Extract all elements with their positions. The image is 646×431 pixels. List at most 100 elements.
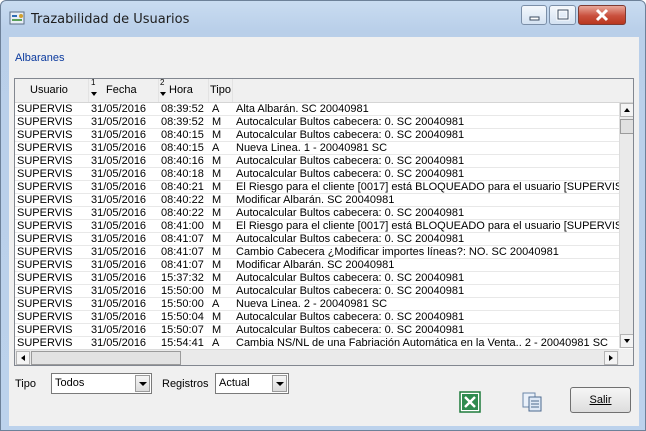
- scroll-down-button[interactable]: [620, 334, 633, 348]
- cell-hora: 15:50:04: [161, 311, 204, 323]
- cell-fecha: 31/05/2016: [91, 220, 147, 232]
- cell-fecha: 31/05/2016: [91, 285, 147, 297]
- registros-select-value: Actual: [219, 377, 250, 389]
- trace-grid[interactable]: Usuario 1 Fecha 2 Hora Tipo SUPERVIS 31/…: [14, 78, 634, 366]
- table-row[interactable]: SUPERVIS 31/05/2016 15:37:32 M Autocalcular …: [15, 272, 619, 285]
- cell-fecha: 31/05/2016: [91, 298, 147, 310]
- cell-fecha: 31/05/2016: [91, 233, 147, 245]
- cell-tipo: M: [212, 155, 222, 167]
- cell-hora: 15:54:41: [161, 337, 204, 348]
- cell-usuario: SUPERVIS: [17, 259, 73, 271]
- table-row[interactable]: SUPERVIS 31/05/2016 15:54:41 A Cambia NS/NL …: [15, 337, 619, 348]
- cell-fecha: 31/05/2016: [91, 207, 147, 219]
- table-row[interactable]: SUPERVIS 31/05/2016 15:50:04 M Autocalcular …: [15, 311, 619, 324]
- scroll-right-button[interactable]: [604, 351, 618, 365]
- column-header-descripcion[interactable]: [233, 79, 619, 102]
- cell-hora: 08:40:22: [161, 207, 204, 219]
- tipo-select[interactable]: Todos: [51, 373, 152, 394]
- cell-usuario: SUPERVIS: [17, 129, 73, 141]
- table-row[interactable]: SUPERVIS 31/05/2016 08:41:00 M El Riesgo par…: [15, 220, 619, 233]
- close-button[interactable]: [578, 5, 626, 25]
- sort-down-icon: [91, 92, 97, 96]
- vertical-scroll-thumb[interactable]: [620, 119, 633, 134]
- horizontal-scrollbar[interactable]: [15, 349, 619, 365]
- horizontal-scroll-thumb[interactable]: [31, 351, 181, 365]
- app-icon: [9, 11, 25, 25]
- cell-tipo: M: [212, 233, 222, 245]
- cell-usuario: SUPERVIS: [17, 285, 73, 297]
- column-header-tipo[interactable]: Tipo: [209, 79, 233, 102]
- title-bar[interactable]: Trazabilidad de Usuarios: [1, 1, 646, 35]
- cell-tipo: M: [212, 220, 222, 232]
- minimize-button[interactable]: [521, 5, 547, 25]
- grid-rows: SUPERVIS 31/05/2016 08:39:52 A Alta Albarán.…: [15, 103, 619, 348]
- table-row[interactable]: SUPERVIS 31/05/2016 08:40:15 M Autocalcular …: [15, 129, 619, 142]
- table-row[interactable]: SUPERVIS 31/05/2016 08:41:07 M Cambio Cabece…: [15, 246, 619, 259]
- table-row[interactable]: SUPERVIS 31/05/2016 08:40:22 M Autocalcular …: [15, 207, 619, 220]
- cell-hora: 08:40:16: [161, 155, 204, 167]
- cell-tipo: M: [212, 207, 222, 219]
- window-title: Trazabilidad de Usuarios: [31, 12, 190, 27]
- cell-fecha: 31/05/2016: [91, 103, 147, 115]
- cell-tipo: A: [212, 142, 220, 154]
- copy-button[interactable]: [521, 391, 543, 413]
- cell-hora: 08:40:22: [161, 194, 204, 206]
- cell-descripcion: Autocalcular Bultos cabecera: 0. SC 2004…: [236, 116, 465, 128]
- column-header-usuario[interactable]: Usuario: [15, 79, 89, 102]
- scroll-left-button[interactable]: [16, 351, 30, 365]
- cell-usuario: SUPERVIS: [17, 324, 73, 336]
- section-label: Albaranes: [15, 52, 65, 64]
- table-row[interactable]: SUPERVIS 31/05/2016 08:40:21 M El Riesgo par…: [15, 181, 619, 194]
- tipo-label: Tipo: [15, 378, 36, 390]
- cell-hora: 15:50:00: [161, 298, 204, 310]
- cell-usuario: SUPERVIS: [17, 103, 73, 115]
- table-row[interactable]: SUPERVIS 31/05/2016 08:40:15 A Nueva Linea. …: [15, 142, 619, 155]
- maximize-icon: [556, 8, 570, 21]
- cell-descripcion: Cambio Cabecera ¿Modificar importes líne…: [236, 246, 559, 258]
- cell-fecha: 31/05/2016: [91, 155, 147, 167]
- cell-descripcion: Modificar Albarán. SC 20040981: [236, 194, 395, 206]
- table-row[interactable]: SUPERVIS 31/05/2016 08:39:52 A Alta Albarán.…: [15, 103, 619, 116]
- triangle-left-icon: [21, 355, 25, 361]
- maximize-button[interactable]: [549, 5, 576, 25]
- table-row[interactable]: SUPERVIS 31/05/2016 08:41:07 M Modificar Alb…: [15, 259, 619, 272]
- table-row[interactable]: SUPERVIS 31/05/2016 15:50:00 M Autocalcular …: [15, 285, 619, 298]
- export-excel-button[interactable]: [459, 391, 481, 413]
- cell-hora: 15:50:07: [161, 324, 204, 336]
- exit-button-label: Salir: [589, 394, 612, 406]
- cell-fecha: 31/05/2016: [91, 259, 147, 271]
- scroll-up-button[interactable]: [620, 103, 633, 117]
- cell-tipo: M: [212, 285, 222, 297]
- cell-usuario: SUPERVIS: [17, 181, 73, 193]
- table-row[interactable]: SUPERVIS 31/05/2016 08:40:18 M Autocalcular …: [15, 168, 619, 181]
- table-row[interactable]: SUPERVIS 31/05/2016 15:50:07 M Autocalcular …: [15, 324, 619, 337]
- table-row[interactable]: SUPERVIS 31/05/2016 08:39:52 M Autocalcular …: [15, 116, 619, 129]
- chevron-down-icon: [276, 382, 284, 386]
- exit-button[interactable]: Salir: [570, 387, 631, 413]
- cell-tipo: M: [212, 129, 222, 141]
- window-frame: Trazabilidad de Usuarios Albaranes Usuar…: [0, 0, 646, 431]
- cell-hora: 08:41:07: [161, 233, 204, 245]
- column-header-label: Hora: [169, 84, 193, 96]
- table-row[interactable]: SUPERVIS 31/05/2016 08:40:16 M Autocalcular …: [15, 155, 619, 168]
- table-row[interactable]: SUPERVIS 31/05/2016 15:50:00 A Nueva Linea. …: [15, 298, 619, 311]
- tipo-dropdown-button[interactable]: [135, 375, 150, 392]
- cell-tipo: M: [212, 246, 222, 258]
- cell-descripcion: Autocalcular Bultos cabecera: 0. SC 2004…: [236, 324, 465, 336]
- registros-dropdown-button[interactable]: [272, 375, 287, 392]
- cell-hora: 08:39:52: [161, 103, 204, 115]
- cell-hora: 08:41:00: [161, 220, 204, 232]
- cell-tipo: M: [212, 324, 222, 336]
- column-header-fecha[interactable]: 1 Fecha: [89, 79, 159, 102]
- excel-icon: [459, 391, 481, 413]
- column-header-label: Fecha: [106, 84, 137, 96]
- cell-usuario: SUPERVIS: [17, 220, 73, 232]
- registros-select[interactable]: Actual: [215, 373, 289, 394]
- column-header-hora[interactable]: 2 Hora: [159, 79, 209, 102]
- vertical-scrollbar[interactable]: [619, 103, 633, 348]
- cell-tipo: M: [212, 194, 222, 206]
- table-row[interactable]: SUPERVIS 31/05/2016 08:40:22 M Modificar Alb…: [15, 194, 619, 207]
- column-header-label: Usuario: [30, 84, 68, 96]
- table-row[interactable]: SUPERVIS 31/05/2016 08:41:07 M Autocalcular …: [15, 233, 619, 246]
- cell-descripcion: Autocalcular Bultos cabecera: 0. SC 2004…: [236, 233, 465, 245]
